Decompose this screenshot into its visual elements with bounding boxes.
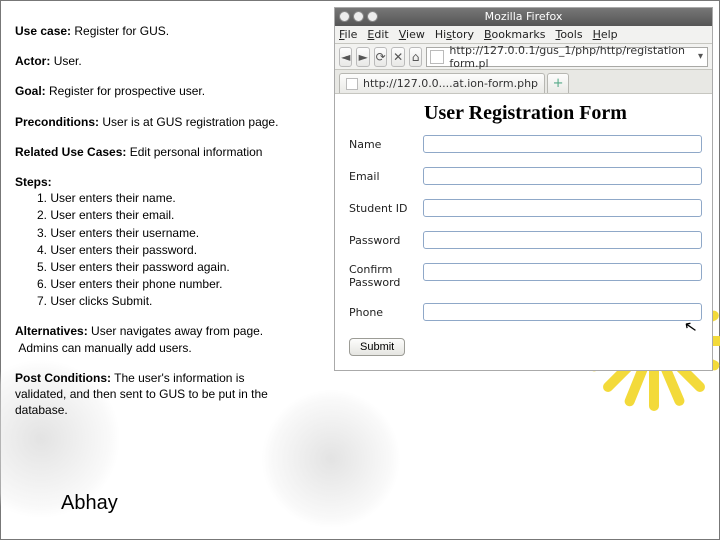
step-item: 4. User enters their password. <box>37 242 315 258</box>
email-field[interactable] <box>423 167 702 185</box>
post-label: Post Conditions: <box>15 371 111 385</box>
menu-view[interactable]: View <box>399 28 425 41</box>
forward-button[interactable]: ► <box>356 47 369 67</box>
submit-button[interactable]: Submit <box>349 338 405 356</box>
related-value: Edit personal information <box>130 145 263 159</box>
tab-label: http://127.0.0....at.ion-form.php <box>363 77 538 90</box>
usecase-label: Use case: <box>15 24 71 38</box>
page-title: User Registration Form <box>349 102 702 125</box>
steps-list: 1. User enters their name. 2. User enter… <box>15 190 315 309</box>
arrow-left-icon: ◄ <box>341 50 350 64</box>
related-label: Related Use Cases: <box>15 145 126 159</box>
reload-button[interactable]: ⟳ <box>374 47 387 67</box>
new-tab-button[interactable]: + <box>547 73 569 93</box>
window-titlebar[interactable]: Mozilla Firefox <box>335 8 712 26</box>
menu-file[interactable]: File <box>339 28 357 41</box>
menu-tools[interactable]: Tools <box>555 28 582 41</box>
name-field[interactable] <box>423 135 702 153</box>
step-item: 2. User enters their email. <box>37 207 315 223</box>
alternatives-label: Alternatives: <box>15 324 88 338</box>
usecase-value: Register for GUS. <box>74 24 169 38</box>
menubar: File Edit View History Bookmarks Tools H… <box>335 26 712 44</box>
confirm-password-field[interactable] <box>423 263 702 281</box>
name-label: Name <box>349 138 423 151</box>
preconditions-value: User is at GUS registration page. <box>102 115 278 129</box>
tab-active[interactable]: http://127.0.0....at.ion-form.php <box>339 73 545 93</box>
menu-help[interactable]: Help <box>593 28 618 41</box>
home-button[interactable]: ⌂ <box>409 47 422 67</box>
mouse-cursor-icon: ↖ <box>682 316 699 338</box>
confirm-password-label: Confirm Password <box>349 263 423 289</box>
preconditions-label: Preconditions: <box>15 115 99 129</box>
navbar: ◄ ► ⟳ ✕ ⌂ http://127.0.0.1/gus_1/php/htt… <box>335 44 712 70</box>
window-control-icon[interactable] <box>353 11 364 22</box>
url-bar[interactable]: http://127.0.0.1/gus_1/php/http/registat… <box>426 47 708 67</box>
browser-window: Mozilla Firefox File Edit View History B… <box>334 7 713 371</box>
step-item: 5. User enters their password again. <box>37 259 315 275</box>
phone-label: Phone <box>349 306 423 319</box>
author-name: Abhay <box>61 492 118 515</box>
home-icon: ⌂ <box>412 50 420 64</box>
actor-value: User. <box>54 54 82 68</box>
plus-icon: + <box>553 76 564 91</box>
stop-button[interactable]: ✕ <box>391 47 404 67</box>
goal-label: Goal: <box>15 84 46 98</box>
tabs-bar: http://127.0.0....at.ion-form.php + <box>335 70 712 94</box>
phone-field[interactable] <box>423 303 702 321</box>
alternatives-value: User navigates away from page. <box>91 324 263 338</box>
actor-label: Actor: <box>15 54 50 68</box>
page-content: User Registration Form Name Email Studen… <box>335 94 712 370</box>
chevron-down-icon[interactable]: ▾ <box>698 51 703 62</box>
password-label: Password <box>349 234 423 247</box>
goal-value: Register for prospective user. <box>49 84 205 98</box>
reload-icon: ⟳ <box>376 50 386 64</box>
arrow-right-icon: ► <box>359 50 368 64</box>
page-icon <box>430 50 444 64</box>
usecase-panel: Use case: Register for GUS. Actor: User.… <box>15 23 315 432</box>
url-text: http://127.0.0.1/gus_1/php/http/registat… <box>449 44 685 70</box>
email-label: Email <box>349 170 423 183</box>
step-item: 7. User clicks Submit. <box>37 293 315 309</box>
alternatives-line2: Admins can manually add users. <box>18 341 191 355</box>
studentid-field[interactable] <box>423 199 702 217</box>
menu-edit[interactable]: Edit <box>367 28 388 41</box>
step-item: 3. User enters their username. <box>37 225 315 241</box>
step-item: 1. User enters their name. <box>37 190 315 206</box>
window-control-icon[interactable] <box>339 11 350 22</box>
password-field[interactable] <box>423 231 702 249</box>
step-item: 6. User enters their phone number. <box>37 276 315 292</box>
stop-icon: ✕ <box>393 50 403 64</box>
window-control-icon[interactable] <box>367 11 378 22</box>
window-title: Mozilla Firefox <box>485 10 563 23</box>
menu-bookmarks[interactable]: Bookmarks <box>484 28 545 41</box>
menu-history[interactable]: History <box>435 28 474 41</box>
page-icon <box>346 78 358 90</box>
studentid-label: Student ID <box>349 202 423 215</box>
back-button[interactable]: ◄ <box>339 47 352 67</box>
steps-label: Steps: <box>15 175 52 189</box>
